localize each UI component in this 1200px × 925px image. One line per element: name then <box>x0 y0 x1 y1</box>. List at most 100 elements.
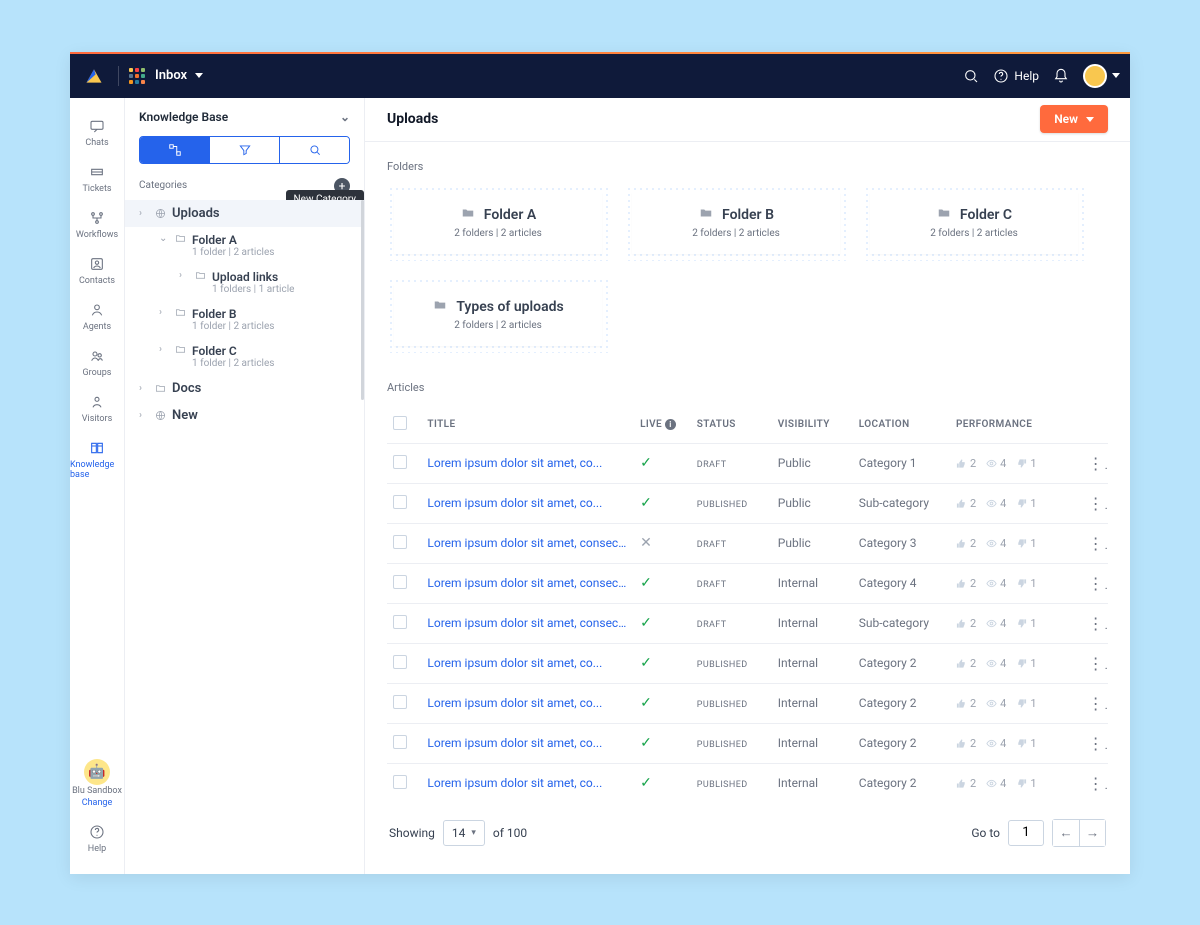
article-title-link[interactable]: Lorem ipsum dolor sit amet, co... <box>421 643 634 683</box>
help-button[interactable]: Help <box>993 68 1039 84</box>
folder-card[interactable]: Types of uploads2 folders | 2 articles <box>387 277 609 353</box>
row-checkbox[interactable] <box>393 575 407 589</box>
performance-cell: 2 4 1 <box>950 523 1082 563</box>
folder-card[interactable]: Folder B2 folders | 2 articles <box>625 185 847 261</box>
rail-item-visitors[interactable]: Visitors <box>70 386 124 432</box>
row-menu-button[interactable]: ⋮ <box>1088 494 1108 513</box>
articles-table: TITLELIVE iSTATUSVISIBILITYLOCATIONPERFO… <box>387 406 1108 803</box>
row-checkbox[interactable] <box>393 615 407 629</box>
folder-card[interactable]: Folder A2 folders | 2 articles <box>387 185 609 261</box>
location-cell: Category 2 <box>853 683 950 723</box>
row-menu-button[interactable]: ⋮ <box>1088 534 1108 553</box>
dislikes: 1 <box>1016 537 1036 550</box>
row-checkbox[interactable] <box>393 655 407 669</box>
page-size-select[interactable]: 14 ▾ <box>443 820 485 846</box>
rail-item-chats[interactable]: Chats <box>70 110 124 156</box>
globe-icon <box>155 410 166 421</box>
status-cell: DRAFT <box>691 523 772 563</box>
dislikes: 1 <box>1016 457 1036 470</box>
article-title-link[interactable]: Lorem ipsum dolor sit amet, co... <box>421 683 634 723</box>
tree-node[interactable]: ›Upload links1 folders | 1 article <box>125 264 364 301</box>
tree-tab-search[interactable] <box>279 137 349 163</box>
tree-panel-dropdown[interactable]: Knowledge Base ⌄ <box>125 98 364 136</box>
article-title-link[interactable]: Lorem ipsum dolor sit amet, co... <box>421 763 634 803</box>
performance-cell: 2 4 1 <box>950 683 1082 723</box>
row-menu-button[interactable]: ⋮ <box>1088 614 1108 633</box>
row-menu-button[interactable]: ⋮ <box>1088 774 1108 793</box>
article-title-link[interactable]: Lorem ipsum dolor sit amet, consectetur.… <box>421 603 634 643</box>
article-title-link[interactable]: Lorem ipsum dolor sit amet, co... <box>421 723 634 763</box>
location-cell: Category 2 <box>853 643 950 683</box>
views: 4 <box>986 577 1006 590</box>
folder-icon <box>432 298 448 316</box>
dislikes: 1 <box>1016 737 1036 750</box>
table-row: Lorem ipsum dolor sit amet, co...✓PUBLIS… <box>387 723 1108 763</box>
row-checkbox[interactable] <box>393 535 407 549</box>
rail-bot[interactable]: 🤖 Blu Sandbox Change <box>70 751 124 816</box>
status-cell: PUBLISHED <box>691 763 772 803</box>
tree-node[interactable]: ›Folder C1 folder | 2 articles <box>125 338 364 375</box>
views: 4 <box>986 497 1006 510</box>
visibility-cell: Internal <box>772 763 853 803</box>
rail-item-groups[interactable]: Groups <box>70 340 124 386</box>
tree-node[interactable]: ›Uploads <box>125 200 364 227</box>
rail-item-contacts[interactable]: Contacts <box>70 248 124 294</box>
tree-tab-filter[interactable] <box>209 137 279 163</box>
check-icon: ✓ <box>640 495 652 511</box>
section-dropdown[interactable]: Inbox <box>155 68 203 83</box>
rail-help[interactable]: Help <box>70 816 124 862</box>
tree-tab-hierarchy[interactable] <box>140 137 209 163</box>
select-all-checkbox[interactable] <box>393 416 407 430</box>
chevron-down-icon: ⌄ <box>340 110 350 124</box>
tree-node[interactable]: ›Docs <box>125 375 364 402</box>
new-button[interactable]: New <box>1040 105 1108 133</box>
rail-item-agents[interactable]: Agents <box>70 294 124 340</box>
apps-switcher[interactable] <box>129 68 145 84</box>
row-checkbox[interactable] <box>393 735 407 749</box>
rail-item-workflows[interactable]: Workflows <box>70 202 124 248</box>
performance-cell: 2 4 1 <box>950 443 1082 483</box>
category-tree[interactable]: ›Uploads⌄Folder A1 folder | 2 articles›U… <box>125 200 364 874</box>
change-link[interactable]: Change <box>82 798 113 808</box>
rail-item-tickets[interactable]: Tickets <box>70 156 124 202</box>
avatar-icon <box>1083 64 1107 88</box>
dislikes: 1 <box>1016 617 1036 630</box>
article-title-link[interactable]: Lorem ipsum dolor sit amet, co... <box>421 483 634 523</box>
row-menu-button[interactable]: ⋮ <box>1088 734 1108 753</box>
prev-page-button[interactable]: ← <box>1053 820 1079 846</box>
article-title-link[interactable]: Lorem ipsum dolor sit amet, consectetur.… <box>421 563 634 603</box>
page-input[interactable] <box>1008 820 1044 846</box>
visibility-cell: Internal <box>772 643 853 683</box>
views: 4 <box>986 737 1006 750</box>
rail-item-knowledge-base[interactable]: Knowledge base <box>70 432 124 488</box>
search-button[interactable] <box>963 68 979 84</box>
col-header: PERFORMANCE <box>950 406 1082 444</box>
views: 4 <box>986 777 1006 790</box>
app-logo[interactable] <box>80 66 108 86</box>
row-menu-button[interactable]: ⋮ <box>1088 694 1108 713</box>
live-cell: ✓ <box>634 683 691 723</box>
article-title-link[interactable]: Lorem ipsum dolor sit amet, consectetur.… <box>421 523 634 563</box>
profile-menu[interactable] <box>1083 64 1120 88</box>
tree-node[interactable]: ›Folder B1 folder | 2 articles <box>125 301 364 338</box>
next-page-button[interactable]: → <box>1079 820 1105 846</box>
location-cell: Category 2 <box>853 763 950 803</box>
tree-node[interactable]: ›New <box>125 402 364 429</box>
dislikes: 1 <box>1016 657 1036 670</box>
visibility-cell: Internal <box>772 563 853 603</box>
tree-node[interactable]: ⌄Folder A1 folder | 2 articles <box>125 227 364 264</box>
folder-card[interactable]: Folder C2 folders | 2 articles <box>863 185 1085 261</box>
row-checkbox[interactable] <box>393 695 407 709</box>
row-checkbox[interactable] <box>393 775 407 789</box>
row-menu-button[interactable]: ⋮ <box>1088 654 1108 673</box>
table-row: Lorem ipsum dolor sit amet, co...✓PUBLIS… <box>387 483 1108 523</box>
bot-icon: 🤖 <box>84 759 110 785</box>
row-checkbox[interactable] <box>393 495 407 509</box>
main-header: Uploads New <box>365 98 1130 142</box>
notifications-button[interactable] <box>1053 68 1069 84</box>
row-checkbox[interactable] <box>393 455 407 469</box>
table-row: Lorem ipsum dolor sit amet, co...✓PUBLIS… <box>387 683 1108 723</box>
row-menu-button[interactable]: ⋮ <box>1088 454 1108 473</box>
row-menu-button[interactable]: ⋮ <box>1088 574 1108 593</box>
article-title-link[interactable]: Lorem ipsum dolor sit amet, co... <box>421 443 634 483</box>
